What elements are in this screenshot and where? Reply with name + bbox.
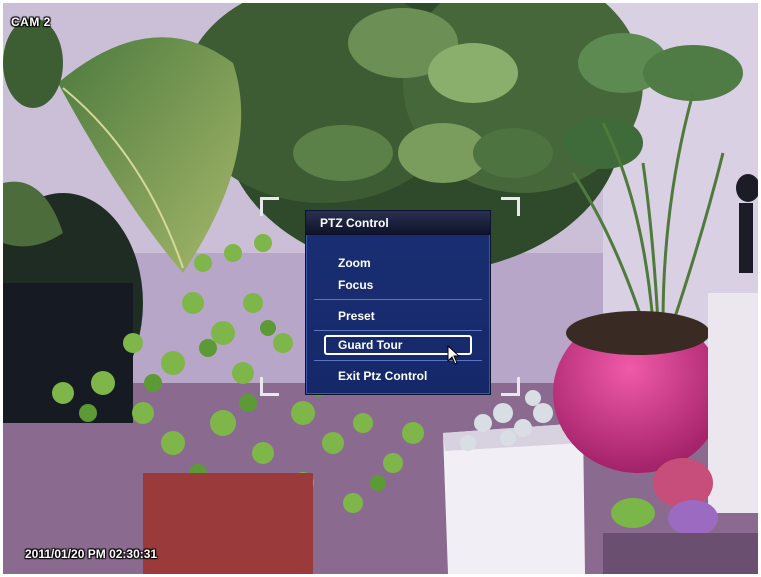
menu-item-guard-tour[interactable]: Guard Tour [338, 336, 402, 354]
camera-label: CAM 2 [11, 15, 51, 29]
camera-feed: CAM 2 2011/01/20 PM 02:30:31 PTZ Control… [3, 3, 758, 574]
ptz-focus-bracket-top-left [260, 197, 279, 216]
menu-separator [314, 330, 482, 331]
menu-item-exit-ptz-control[interactable]: Exit Ptz Control [338, 367, 427, 385]
timestamp-overlay: 2011/01/20 PM 02:30:31 [25, 547, 158, 561]
mouse-pointer-icon [447, 345, 461, 365]
ptz-focus-bracket-bottom-right [501, 377, 520, 396]
menu-item-zoom[interactable]: Zoom [338, 254, 371, 272]
ptz-menu-title: PTZ Control [306, 211, 490, 235]
ptz-control-menu: PTZ Control Zoom Focus Preset Guard Tour… [305, 210, 491, 395]
menu-item-focus[interactable]: Focus [338, 276, 373, 294]
menu-item-preset[interactable]: Preset [338, 307, 375, 325]
ptz-focus-bracket-bottom-left [260, 377, 279, 396]
menu-separator [314, 299, 482, 300]
ptz-focus-bracket-top-right [501, 197, 520, 216]
